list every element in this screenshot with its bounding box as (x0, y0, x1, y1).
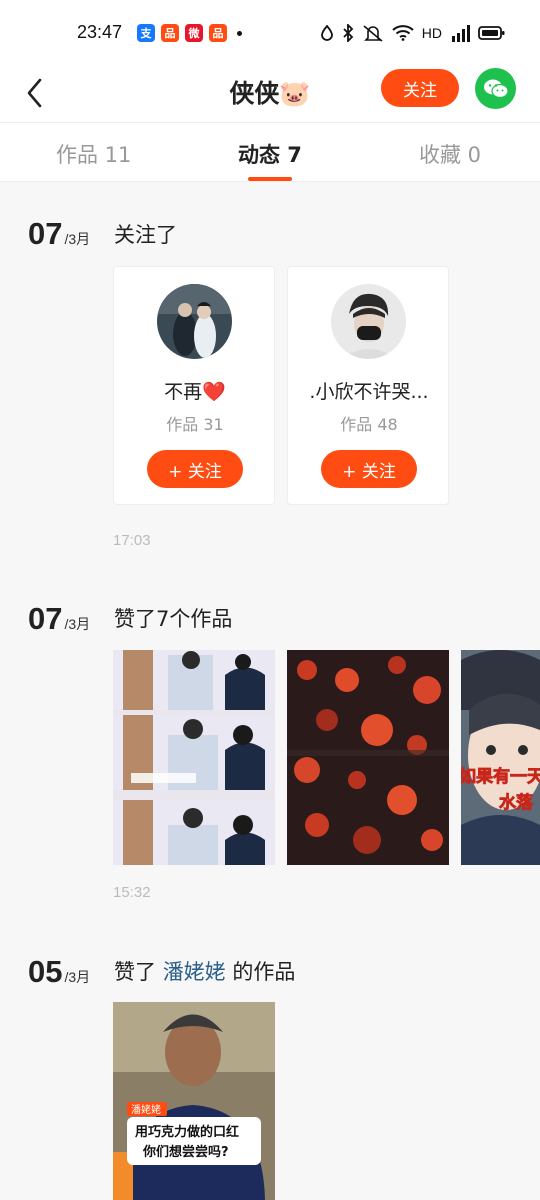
user-works-count: 作品 48 (340, 415, 398, 434)
weibo-icon: 微 (185, 24, 203, 42)
avatar[interactable] (331, 284, 406, 359)
wifi-icon (392, 25, 414, 41)
page-title: 侠侠🐷 (229, 79, 311, 108)
thumb-caption: 用巧克力做的口红 (134, 1124, 239, 1140)
follow-user-button[interactable]: + 关注 (321, 450, 417, 488)
feed-title-prefix: 赞了 (114, 960, 163, 984)
feed-day: 05 (28, 954, 63, 989)
feed-timestamp: 17:03 (113, 532, 151, 549)
user-card[interactable]: .小欣不许哭... 作品 48 + 关注 (287, 266, 449, 505)
feed-title: 关注了 (114, 223, 177, 247)
data-saver-icon (320, 25, 333, 41)
wechat-icon (483, 79, 509, 98)
liked-video-thumbnail[interactable]: 如果有一天 水落 (461, 650, 540, 865)
tab-activity[interactable]: 动态 7 (238, 139, 302, 169)
feed-title: 赞了 潘姥姥 的作品 (114, 956, 295, 986)
feed-date: 07/3月 (28, 216, 90, 252)
user-name: .小欣不许哭... (309, 381, 429, 403)
network-hd-label: HD (421, 25, 442, 41)
tab-indicator (248, 177, 292, 181)
thumb-caption: 你们想尝尝吗? (142, 1144, 229, 1160)
user-card[interactable]: 不再❤️ 作品 31 + 关注 (113, 266, 275, 505)
feed-date: 07/3月 (28, 601, 90, 637)
follow-user-button[interactable]: + 关注 (147, 450, 243, 488)
notification-dot-icon (237, 30, 242, 36)
thumb-tag: 潘姥姥 (131, 1103, 161, 1116)
status-bar: 23:47 支 品 微 品 HD (0, 0, 540, 66)
thumb-caption: 如果有一天 (461, 766, 540, 787)
creator-link[interactable]: 潘姥姥 (163, 960, 226, 984)
status-time: 23:47 (77, 22, 123, 42)
avatar[interactable] (157, 284, 232, 359)
alipay-icon: 支 (137, 24, 155, 42)
liked-video-thumbnail[interactable]: 潘姥姥 用巧克力做的口红 你们想尝尝吗? (113, 1002, 275, 1200)
feed-timestamp: 15:32 (113, 884, 151, 901)
user-name: 不再❤️ (164, 381, 226, 403)
nav-bar: 侠侠🐷 关注 (0, 66, 540, 122)
liked-video-thumbnail[interactable] (287, 650, 449, 865)
feed-month: /3月 (64, 616, 91, 632)
app-icon: 品 (209, 24, 227, 42)
mute-icon (363, 25, 383, 42)
signal-5g-icon (452, 25, 470, 42)
feed-month: /3月 (64, 969, 91, 985)
thumb-caption: 水落 (499, 792, 534, 813)
feed-title: 赞了7个作品 (114, 607, 233, 631)
app-icon: 品 (161, 24, 179, 42)
status-indicators: HD (320, 24, 506, 42)
feed-day: 07 (28, 216, 63, 251)
liked-video-thumbnail[interactable] (113, 650, 275, 865)
feed-day: 07 (28, 601, 63, 636)
battery-icon (478, 26, 505, 40)
tab-favorites[interactable]: 收藏 0 (419, 139, 481, 169)
bluetooth-icon (343, 24, 354, 42)
follow-button[interactable]: 关注 (381, 69, 459, 107)
status-app-icons: 支 品 微 品 (137, 24, 242, 42)
profile-tabs: 作品 11 动态 7 收藏 0 (0, 122, 540, 182)
feed-month: /3月 (64, 231, 91, 247)
feed-date: 05/3月 (28, 954, 90, 990)
feed-title-suffix: 的作品 (225, 960, 296, 984)
tab-works[interactable]: 作品 11 (56, 139, 131, 169)
user-works-count: 作品 31 (166, 415, 224, 434)
wechat-button[interactable] (475, 68, 516, 109)
